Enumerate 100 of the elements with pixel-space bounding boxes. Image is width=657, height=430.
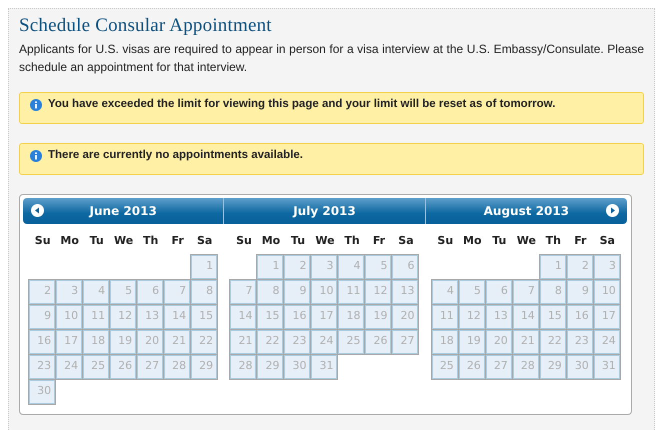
calendar-day: 5 <box>109 279 138 305</box>
calendar-day: 3 <box>310 254 338 280</box>
calendar-day: 9 <box>283 279 312 305</box>
calendar-day: 14 <box>229 304 258 330</box>
calendar-day: 8 <box>256 279 284 305</box>
calendar-day: 30 <box>283 354 312 380</box>
weekday-label: Tu <box>88 233 105 249</box>
calendar-day: 22 <box>538 329 567 355</box>
calendar-day: 1 <box>256 254 284 280</box>
month-title: August 2013 <box>484 204 570 218</box>
month-title: July 2013 <box>293 204 356 218</box>
calendar-day: 26 <box>109 354 138 380</box>
next-month-icon[interactable] <box>606 204 619 217</box>
calendar-day: 16 <box>28 329 56 355</box>
weekday-label: Su <box>436 233 454 249</box>
calendar-day: 20 <box>484 329 513 355</box>
calendar-day: 7 <box>163 279 192 305</box>
calendar-day: 13 <box>484 304 513 330</box>
calendar-day: 20 <box>136 329 164 355</box>
calendar-day: 18 <box>430 329 459 355</box>
calendar-day: 14 <box>163 304 192 330</box>
calendar-day: 26 <box>364 329 392 355</box>
weekday-label: Tu <box>491 233 508 249</box>
weekday-label: Su <box>235 233 253 249</box>
calendar-day: 11 <box>337 279 366 305</box>
calendar-day: 24 <box>310 329 338 355</box>
calendar-day: 29 <box>538 354 567 380</box>
info-icon <box>30 150 42 162</box>
calendar-day: 22 <box>256 329 284 355</box>
weekday-label: Fr <box>372 233 386 249</box>
weekday-label: Mo <box>462 233 483 249</box>
alert-message: There are currently no appointments available. <box>48 149 303 161</box>
calendar-day: 21 <box>163 329 192 355</box>
weekday-label: Mo <box>59 233 80 249</box>
calendar-day: 23 <box>566 329 594 355</box>
calendar-day: 3 <box>55 279 84 305</box>
previous-month-icon[interactable] <box>31 204 44 217</box>
info-icon <box>30 99 42 111</box>
calendar-day: 10 <box>592 279 621 305</box>
calendar-day: 31 <box>592 354 621 380</box>
calendar-day: 25 <box>337 329 366 355</box>
weekday-label: Th <box>544 233 562 249</box>
calendar-day: 24 <box>592 329 621 355</box>
calendar-day: 13 <box>391 279 420 305</box>
calendar-day: 21 <box>512 329 540 355</box>
calendar-day: 10 <box>310 279 338 305</box>
weekday-label: We <box>314 233 336 249</box>
page-title: Schedule Consular Appointment <box>19 15 273 37</box>
calendar-day: 4 <box>82 279 110 305</box>
weekday-label: Th <box>343 233 361 249</box>
calendar-day: 1 <box>190 254 218 280</box>
weekday-label: Sa <box>397 233 415 249</box>
calendar-day: 5 <box>364 254 392 280</box>
calendar-day: 21 <box>229 329 258 355</box>
calendar-day: 12 <box>109 304 138 330</box>
weekday-label: Su <box>34 233 52 249</box>
calendar-day: 6 <box>136 279 164 305</box>
calendar-day: 7 <box>512 279 540 305</box>
weekday-label: Sa <box>196 233 214 249</box>
calendar-day: 28 <box>229 354 258 380</box>
calendar-day: 8 <box>538 279 567 305</box>
weekday-label: Tu <box>290 233 306 249</box>
calendar-day: 24 <box>55 354 84 380</box>
calendar-day: 18 <box>82 329 110 355</box>
calendar-day: 28 <box>163 354 192 380</box>
calendar-day: 18 <box>337 304 366 330</box>
alert-message: You have exceeded the limit for viewing this page and your limit will be reset as of tomorrow. <box>48 98 556 110</box>
calendar-day: 19 <box>458 329 486 355</box>
calendar-day: 26 <box>458 354 486 380</box>
calendar-day: 17 <box>55 329 84 355</box>
calendar-day: 30 <box>566 354 594 380</box>
calendar-day: 4 <box>337 254 366 280</box>
calendar-day: 9 <box>28 304 56 330</box>
weekday-label: Mo <box>260 233 282 249</box>
calendar-day: 2 <box>28 279 56 305</box>
calendar-day: 17 <box>310 304 338 330</box>
calendar-day: 16 <box>283 304 312 330</box>
month-title: June 2013 <box>90 204 157 218</box>
calendar-day: 6 <box>484 279 513 305</box>
calendar-day: 10 <box>55 304 84 330</box>
calendar-day: 29 <box>190 354 218 380</box>
calendar-day: 17 <box>592 304 621 330</box>
calendar-day: 7 <box>229 279 258 305</box>
calendar-day: 27 <box>484 354 513 380</box>
calendar-day: 31 <box>310 354 338 380</box>
calendar-day: 19 <box>109 329 138 355</box>
calendar-day: 11 <box>82 304 110 330</box>
calendar-day: 22 <box>190 329 218 355</box>
calendar-day: 16 <box>566 304 594 330</box>
calendar-day: 25 <box>82 354 110 380</box>
weekday-label: We <box>113 233 134 249</box>
calendar-day: 15 <box>256 304 284 330</box>
calendar-day: 6 <box>391 254 420 280</box>
calendar-day: 14 <box>512 304 540 330</box>
calendar-day: 27 <box>391 329 420 355</box>
calendar-day: 4 <box>430 279 459 305</box>
calendar-day: 15 <box>190 304 218 330</box>
weekday-label: We <box>516 233 537 249</box>
calendar-day: 12 <box>364 279 392 305</box>
calendar-day: 20 <box>391 304 420 330</box>
